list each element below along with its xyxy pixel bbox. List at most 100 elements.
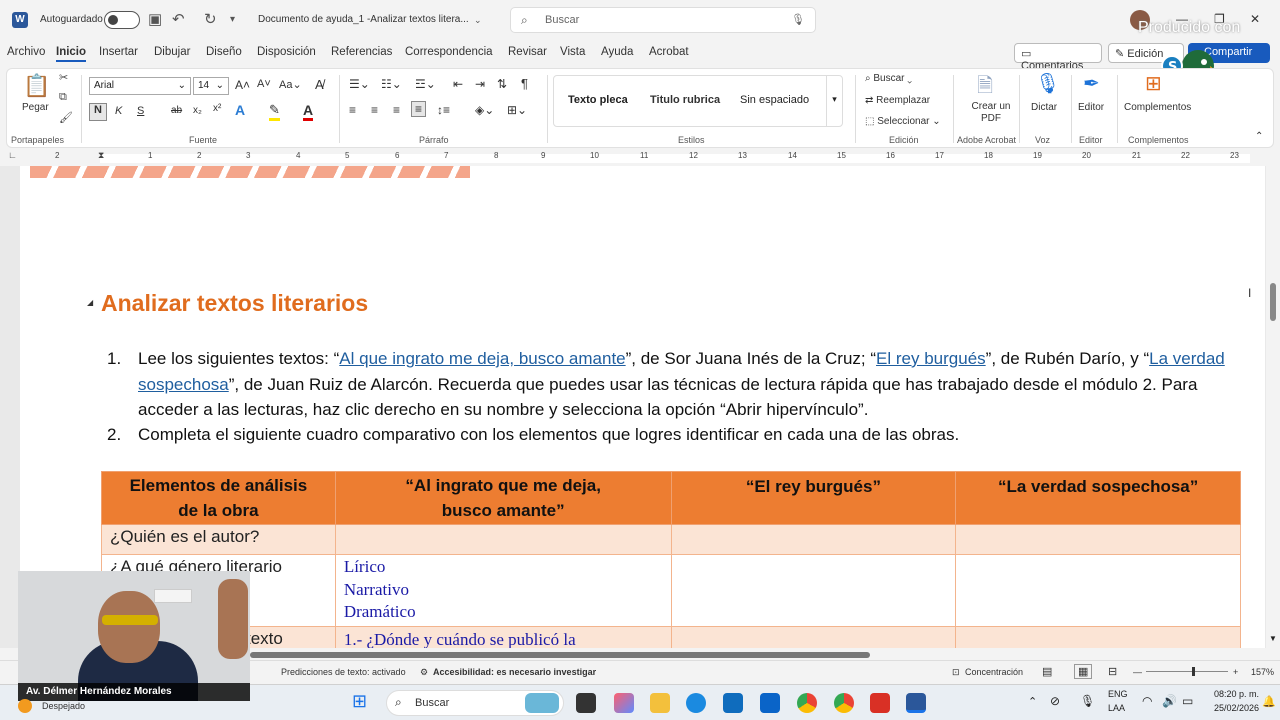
file-explorer-icon[interactable]	[650, 693, 670, 713]
horizontal-scrollbar[interactable]	[250, 652, 870, 658]
cut-icon[interactable]: ✂	[59, 71, 68, 84]
table-cell[interactable]: Lírico Narrativo Dramático	[334, 554, 672, 627]
show-formatting-icon[interactable]: ¶	[521, 76, 528, 91]
list-item-2[interactable]: 2. Completa el siguiente cuadro comparat…	[107, 422, 1257, 448]
zoom-slider-thumb[interactable]	[1192, 667, 1195, 676]
wifi-icon[interactable]: ◠	[1142, 694, 1152, 708]
menu-referencias[interactable]: Referencias	[331, 46, 392, 58]
highlight-icon[interactable]: ✎	[269, 102, 280, 121]
restore-icon[interactable]: ❐	[1214, 12, 1225, 26]
paste-icon[interactable]: 📋	[23, 73, 50, 99]
align-left-icon[interactable]: ≡	[349, 103, 356, 117]
bullets-icon[interactable]: ☰⌄	[349, 77, 370, 91]
dictate-label[interactable]: Dictar	[1031, 102, 1057, 113]
shrink-font-icon[interactable]: A˅	[257, 78, 271, 90]
menu-insertar[interactable]: Insertar	[99, 46, 138, 58]
collapse-ribbon-icon[interactable]: ⌃	[1255, 131, 1263, 142]
save-icon[interactable]: ▣	[148, 10, 162, 28]
dictate-icon[interactable]: 🎙	[1035, 71, 1060, 96]
text-effects-icon[interactable]: A	[235, 102, 245, 118]
table-cell[interactable]	[955, 524, 1241, 555]
menu-acrobat[interactable]: Acrobat	[649, 46, 689, 58]
print-layout-icon[interactable]: ▦	[1074, 664, 1093, 679]
chrome-icon[interactable]	[797, 693, 817, 713]
weather-icon[interactable]	[18, 699, 32, 713]
multilevel-list-icon[interactable]: ☲⌄	[415, 77, 436, 91]
accessibility-status[interactable]: Accesibilidad: es necesario investigar	[433, 667, 596, 677]
editor-icon[interactable]: ✒	[1083, 71, 1100, 96]
tab-selector-icon[interactable]: ∟	[8, 150, 17, 160]
align-right-icon[interactable]: ≡	[393, 103, 400, 117]
change-case-icon[interactable]: Aa⌄	[279, 78, 302, 91]
zoom-out-icon[interactable]: —	[1133, 667, 1142, 677]
comments-button[interactable]: ▭ Comentarios	[1014, 43, 1102, 72]
table-cell[interactable]	[955, 625, 1241, 648]
addins-label[interactable]: Complementos	[1124, 102, 1191, 113]
undo-icon[interactable]: ↶	[172, 10, 185, 28]
store-icon[interactable]	[723, 693, 743, 713]
increase-indent-icon[interactable]: ⇥	[475, 77, 485, 91]
addins-icon[interactable]: ⊞	[1145, 71, 1162, 96]
table-cell[interactable]	[670, 554, 957, 627]
table-header[interactable]: “El rey burgués”	[670, 471, 957, 525]
table-cell[interactable]: 1.- ¿Dónde y cuándo se publicó la	[334, 625, 672, 648]
taskbar-search[interactable]: ⌕ Buscar	[386, 690, 564, 716]
customize-quick-access-icon[interactable]: ▾	[230, 14, 235, 25]
styles-more-icon[interactable]: ▾	[826, 76, 842, 126]
language-code[interactable]: ENG	[1108, 689, 1128, 699]
zoom-slider[interactable]	[1146, 671, 1228, 672]
close-icon[interactable]: ✕	[1250, 12, 1260, 26]
replace-button[interactable]: ⇄ Reemplazar	[865, 95, 930, 106]
table-cell[interactable]	[334, 524, 672, 555]
task-view-icon[interactable]	[576, 693, 596, 713]
network-off-icon[interactable]: ⊘	[1050, 694, 1060, 708]
comparison-table[interactable]: Elementos de análisis de la obra “Al ing…	[101, 471, 1241, 648]
table-cell[interactable]	[670, 524, 957, 555]
table-cell[interactable]	[955, 554, 1241, 627]
align-center-icon[interactable]: ≡	[371, 103, 378, 117]
font-name-select[interactable]: Arial ⌄	[89, 77, 191, 95]
document-title[interactable]: Documento de ayuda_1 -Analizar textos li…	[258, 14, 469, 25]
superscript-icon[interactable]: x²	[213, 103, 221, 114]
link-al-que-ingrato[interactable]: Al que ingrato me deja, busco amante	[339, 349, 625, 368]
word-taskbar-icon[interactable]	[906, 693, 926, 713]
start-icon[interactable]: ⊞	[352, 691, 372, 711]
menu-correspondencia[interactable]: Correspondencia	[405, 46, 493, 58]
italic-button[interactable]: K	[115, 105, 122, 117]
menu-revisar[interactable]: Revisar	[508, 46, 547, 58]
page-heading[interactable]: Analizar textos literarios	[101, 290, 368, 317]
horizontal-ruler[interactable]: ∟ 2 ⧗ 1 2 3 4 5 6 7 8 9 10 11 12 13 14 1…	[0, 150, 1280, 166]
grow-font-icon[interactable]: A˄	[235, 78, 250, 92]
menu-vista[interactable]: Vista	[560, 46, 585, 58]
volume-icon[interactable]: 🔊	[1162, 694, 1177, 708]
format-painter-icon[interactable]: 🖌	[59, 111, 73, 124]
create-pdf-icon[interactable]: 🗎	[977, 71, 993, 105]
paste-label[interactable]: Pegar	[22, 102, 49, 113]
menu-inicio[interactable]: Inicio	[56, 46, 87, 62]
link-el-rey-burgues[interactable]: El rey burgués	[876, 349, 986, 368]
collapse-heading-icon[interactable]: ◢	[87, 298, 93, 307]
title-dropdown-icon[interactable]: ⌄	[474, 15, 482, 26]
line-spacing-icon[interactable]: ↕≡	[437, 103, 450, 117]
search-box[interactable]: ⌕ Buscar 🎙	[510, 7, 816, 33]
borders-icon[interactable]: ⊞⌄	[507, 103, 527, 117]
outlook-icon[interactable]	[760, 693, 780, 713]
create-pdf-label[interactable]: Crear un PDF	[971, 101, 1011, 125]
microphone-icon[interactable]: 🎙	[791, 13, 805, 26]
shading-icon[interactable]: ◈⌄	[475, 103, 494, 117]
read-mode-icon[interactable]: ▤	[1042, 665, 1052, 678]
table-header[interactable]: Elementos de análisis de la obra	[101, 471, 336, 525]
subscript-icon[interactable]: x₂	[193, 105, 202, 116]
menu-diseno[interactable]: Diseño	[206, 46, 242, 58]
table-cell[interactable]	[670, 625, 957, 648]
menu-archivo[interactable]: Archivo	[7, 46, 45, 58]
underline-button[interactable]: S	[137, 105, 144, 117]
table-cell[interactable]: ¿Quién es el autor?	[101, 524, 336, 555]
sort-icon[interactable]: ⇅	[497, 77, 507, 91]
style-texto-pleca[interactable]: Texto pleca	[568, 94, 628, 106]
focus-mode-button[interactable]: Concentración	[965, 667, 1023, 677]
copy-icon[interactable]: ⧉	[59, 91, 67, 104]
notifications-icon[interactable]: 🔔	[1262, 695, 1276, 708]
editor-label[interactable]: Editor	[1078, 102, 1104, 113]
table-header[interactable]: “Al ingrato que me deja, busco amante”	[334, 471, 672, 525]
